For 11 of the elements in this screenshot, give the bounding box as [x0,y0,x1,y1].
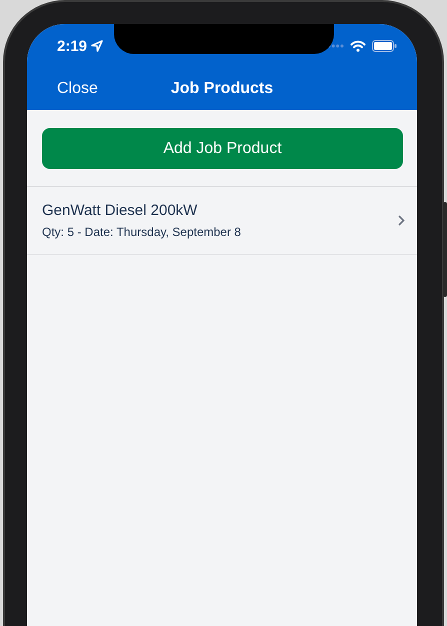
add-job-product-button[interactable]: Add Job Product [42,128,403,169]
product-details: Qty: 5 - Date: Thursday, September 8 [42,225,242,239]
location-arrow-icon [91,40,104,52]
chevron-right-icon [398,215,405,226]
product-row[interactable]: GenWatt Diesel 200kW Qty: 5 - Date: Thursday, September 8 [27,187,417,255]
battery-icon [372,40,397,52]
status-time: 2:19 [57,38,88,54]
wifi-icon [350,40,366,52]
screen-title: Job Products [170,80,274,98]
close-button[interactable]: Close [57,76,98,102]
product-name: GenWatt Diesel 200kW [42,202,198,219]
